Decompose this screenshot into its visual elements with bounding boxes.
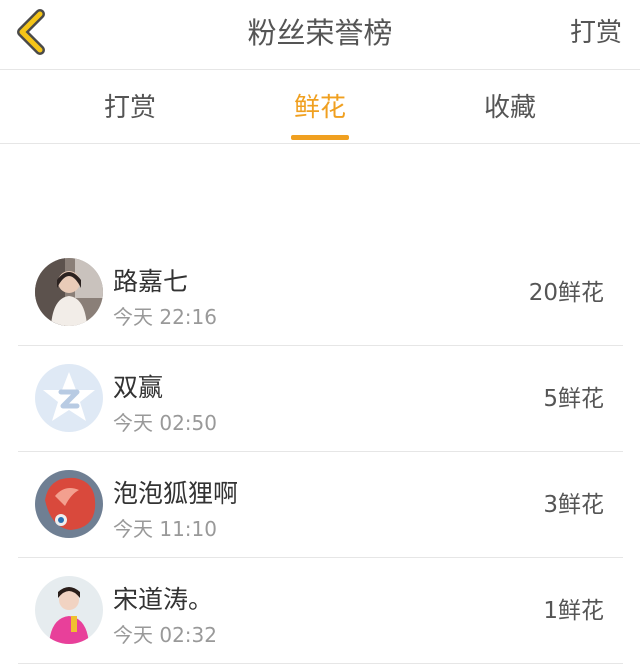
fan-ranking-list: 路嘉七 今天 22:16 20鲜花 双赢 今天 02:50 5鲜花 泡泡狐狸啊 [0,240,640,664]
flower-count: 5鲜花 [543,386,604,412]
flower-count: 3鲜花 [543,492,604,518]
fan-time: 今天 02:50 [113,411,217,435]
tab-bar: 打赏 鲜花 收藏 [0,71,640,144]
fan-time: 今天 22:16 [113,305,217,329]
chevron-left-icon [17,9,45,55]
list-item[interactable]: 宋道涛。 今天 02:32 1鲜花 [18,558,623,664]
top-nav-bar: 粉丝荣誉榜 打赏 [0,0,640,70]
tab-label: 鲜花 [293,93,346,123]
flower-count: 20鲜花 [528,280,604,306]
tab-favorites[interactable]: 收藏 [450,71,570,144]
avatar [35,364,103,432]
fan-name: 双赢 [113,373,164,402]
tab-tips[interactable]: 打赏 [70,71,190,144]
fan-name: 路嘉七 [113,267,189,296]
back-button[interactable] [10,8,60,58]
avatar [35,258,103,326]
avatar [35,576,103,644]
fan-name: 泡泡狐狸啊 [113,479,239,508]
avatar [35,470,103,538]
fan-time: 今天 02:32 [113,623,217,647]
tab-label: 打赏 [103,93,156,123]
fan-time: 今天 11:10 [113,517,217,541]
list-item[interactable]: 泡泡狐狸啊 今天 11:10 3鲜花 [18,452,623,558]
active-tab-underline [291,135,349,140]
tab-label: 收藏 [483,93,536,123]
page-title: 粉丝荣誉榜 [247,16,393,50]
flower-count: 1鲜花 [543,598,604,624]
tab-flowers[interactable]: 鲜花 [260,71,380,144]
tip-button[interactable]: 打赏 [570,0,622,70]
fan-name: 宋道涛。 [113,585,214,614]
list-item[interactable]: 路嘉七 今天 22:16 20鲜花 [18,240,623,346]
list-item[interactable]: 双赢 今天 02:50 5鲜花 [18,346,623,452]
